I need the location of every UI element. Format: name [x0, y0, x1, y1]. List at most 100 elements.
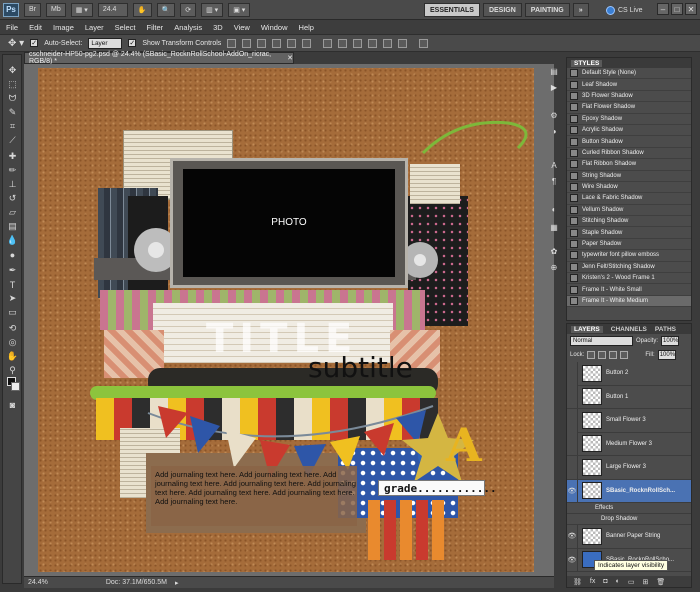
- layer-row[interactable]: 👁 Banner Paper String: [567, 524, 691, 549]
- rotate-view-button[interactable]: ⟳: [180, 2, 197, 17]
- photo-placeholder[interactable]: PHOTO: [183, 169, 395, 277]
- marquee-tool-icon[interactable]: ⬚: [6, 79, 19, 90]
- layer-style-icon[interactable]: fx: [590, 578, 595, 585]
- color-panel-icon[interactable]: ◐: [548, 204, 560, 215]
- document-tab[interactable]: cschneider-HP50-pg2.psd @ 24.4% (SBasic_…: [24, 51, 294, 65]
- menu-window[interactable]: Window: [261, 23, 288, 32]
- path-selection-tool-icon[interactable]: ➤: [6, 293, 19, 304]
- auto-select-checkbox[interactable]: ✓: [30, 39, 39, 47]
- align-right-icon[interactable]: [302, 38, 312, 48]
- layer-visibility-toggle[interactable]: [567, 408, 578, 432]
- distribute-top-icon[interactable]: [323, 38, 333, 48]
- menu-select[interactable]: Select: [115, 23, 136, 32]
- new-layer-icon[interactable]: ⊞: [642, 578, 648, 586]
- distribute-centers-icon[interactable]: [338, 38, 348, 48]
- layer-effects-row[interactable]: Effects: [567, 503, 691, 514]
- layer-visibility-toggle[interactable]: [567, 432, 578, 456]
- style-item[interactable]: Acrylic Shadow: [567, 125, 691, 137]
- layer-row[interactable]: Medium Flower 3: [567, 432, 691, 456]
- workspace-painting-button[interactable]: PAINTING: [524, 3, 570, 17]
- distribute-bottom-icon[interactable]: [353, 38, 363, 48]
- status-menu-arrow[interactable]: ▸: [175, 579, 179, 587]
- style-item[interactable]: Button Shadow: [567, 136, 691, 148]
- workspace-essentials-button[interactable]: ESSENTIALS: [424, 3, 480, 17]
- style-item[interactable]: Kristen's 2 - Wood Frame 1: [567, 273, 691, 285]
- lock-position-icon[interactable]: [609, 351, 618, 359]
- trash-icon[interactable]: 🗑: [656, 578, 665, 586]
- character-panel-icon[interactable]: A: [548, 160, 560, 171]
- healing-brush-tool-icon[interactable]: ✚: [6, 151, 19, 162]
- add-mask-icon[interactable]: ◘: [603, 578, 607, 585]
- eyedropper-tool-icon[interactable]: ⟋: [6, 135, 19, 146]
- eye-icon[interactable]: 👁: [567, 479, 578, 503]
- tab-paths[interactable]: PATHS: [655, 326, 676, 333]
- style-item[interactable]: Flat Ribbon Shadow: [567, 159, 691, 171]
- distribute-right-icon[interactable]: [398, 38, 408, 48]
- shape-tool-icon[interactable]: ▭: [6, 307, 19, 318]
- menu-analysis[interactable]: Analysis: [174, 23, 202, 32]
- tab-layers[interactable]: LAYERS: [571, 325, 603, 333]
- layer-visibility-toggle[interactable]: [567, 385, 578, 409]
- layer-row[interactable]: Button 1: [567, 385, 691, 409]
- style-item[interactable]: Frame It - White Small: [567, 284, 691, 296]
- style-item[interactable]: Vellum Shadow: [567, 205, 691, 217]
- 3d-rotate-tool-icon[interactable]: ⟲: [6, 323, 19, 334]
- distribute-hcenters-icon[interactable]: [383, 38, 393, 48]
- close-button[interactable]: ✕: [685, 3, 697, 15]
- arrange-documents-button[interactable]: ▥ ▾: [201, 2, 224, 17]
- tab-styles[interactable]: STYLES: [571, 59, 603, 67]
- masks-panel-icon[interactable]: ◑: [548, 126, 560, 137]
- align-left-icon[interactable]: [272, 38, 282, 48]
- menu-3d[interactable]: 3D: [213, 23, 223, 32]
- hand-tool-button[interactable]: ✋: [132, 2, 152, 17]
- zoom-tool-button[interactable]: 🔍: [156, 2, 176, 17]
- align-horizontal-centers-icon[interactable]: [287, 38, 297, 48]
- drop-shadow-effect-row[interactable]: Drop Shadow: [567, 514, 691, 525]
- dodge-tool-icon[interactable]: ●: [6, 249, 19, 260]
- zoom-tool-icon[interactable]: ⚲: [6, 365, 19, 376]
- crop-tool-icon[interactable]: ⌗: [6, 121, 19, 132]
- auto-align-layers-icon[interactable]: [419, 38, 429, 48]
- status-zoom[interactable]: 24.4%: [28, 579, 48, 586]
- menu-image[interactable]: Image: [53, 23, 74, 32]
- menu-layer[interactable]: Layer: [85, 23, 104, 32]
- layer-row-selected[interactable]: 👁 SBasic_RocknRollSch...: [567, 479, 691, 503]
- menu-edit[interactable]: Edit: [29, 23, 42, 32]
- style-item[interactable]: 3D Flower Shadow: [567, 91, 691, 103]
- layer-visibility-toggle[interactable]: [567, 455, 578, 479]
- menu-view[interactable]: View: [234, 23, 250, 32]
- style-item[interactable]: Frame It - White Medium: [567, 295, 691, 308]
- brush-tool-icon[interactable]: ✏: [6, 165, 19, 176]
- menu-help[interactable]: Help: [299, 23, 314, 32]
- distribute-left-icon[interactable]: [368, 38, 378, 48]
- link-layers-icon[interactable]: ⛓: [573, 578, 582, 586]
- style-item[interactable]: Staple Shadow: [567, 227, 691, 239]
- eraser-tool-icon[interactable]: ▱: [6, 207, 19, 218]
- style-item[interactable]: Epoxy Shadow: [567, 114, 691, 125]
- blend-mode-select[interactable]: Normal: [570, 336, 633, 346]
- blur-tool-icon[interactable]: 💧: [6, 235, 19, 246]
- style-item[interactable]: Paper Shadow: [567, 239, 691, 251]
- screen-mode-button[interactable]: ▣ ▾: [228, 2, 251, 17]
- workspace-design-button[interactable]: DESIGN: [482, 3, 522, 17]
- more-workspaces-button[interactable]: »: [572, 3, 589, 17]
- background-color-swatch[interactable]: [11, 382, 20, 391]
- layer-row[interactable]: Large Flower 3: [567, 455, 691, 480]
- layer-visibility-toggle[interactable]: [567, 361, 578, 385]
- eye-icon[interactable]: 👁: [567, 548, 578, 572]
- style-item[interactable]: Leaf Shadow: [567, 79, 691, 91]
- tab-channels[interactable]: CHANNELS: [611, 326, 647, 333]
- style-item[interactable]: typewriter font pillow emboss: [567, 250, 691, 262]
- menu-file[interactable]: File: [6, 23, 18, 32]
- eye-icon[interactable]: 👁: [567, 524, 578, 548]
- style-item[interactable]: Wire Shadow: [567, 182, 691, 194]
- hand-tool-icon[interactable]: ✋: [6, 351, 19, 362]
- adjustment-layer-icon[interactable]: ◐: [616, 578, 620, 585]
- minimize-button[interactable]: –: [657, 3, 669, 15]
- lock-image-icon[interactable]: [598, 351, 607, 359]
- fill-input[interactable]: 100%: [657, 350, 676, 360]
- history-brush-tool-icon[interactable]: ↺: [6, 193, 19, 204]
- history-panel-icon[interactable]: ▤: [548, 66, 560, 77]
- 3d-orbit-tool-icon[interactable]: ◎: [6, 337, 19, 348]
- align-vertical-centers-icon[interactable]: [242, 38, 252, 48]
